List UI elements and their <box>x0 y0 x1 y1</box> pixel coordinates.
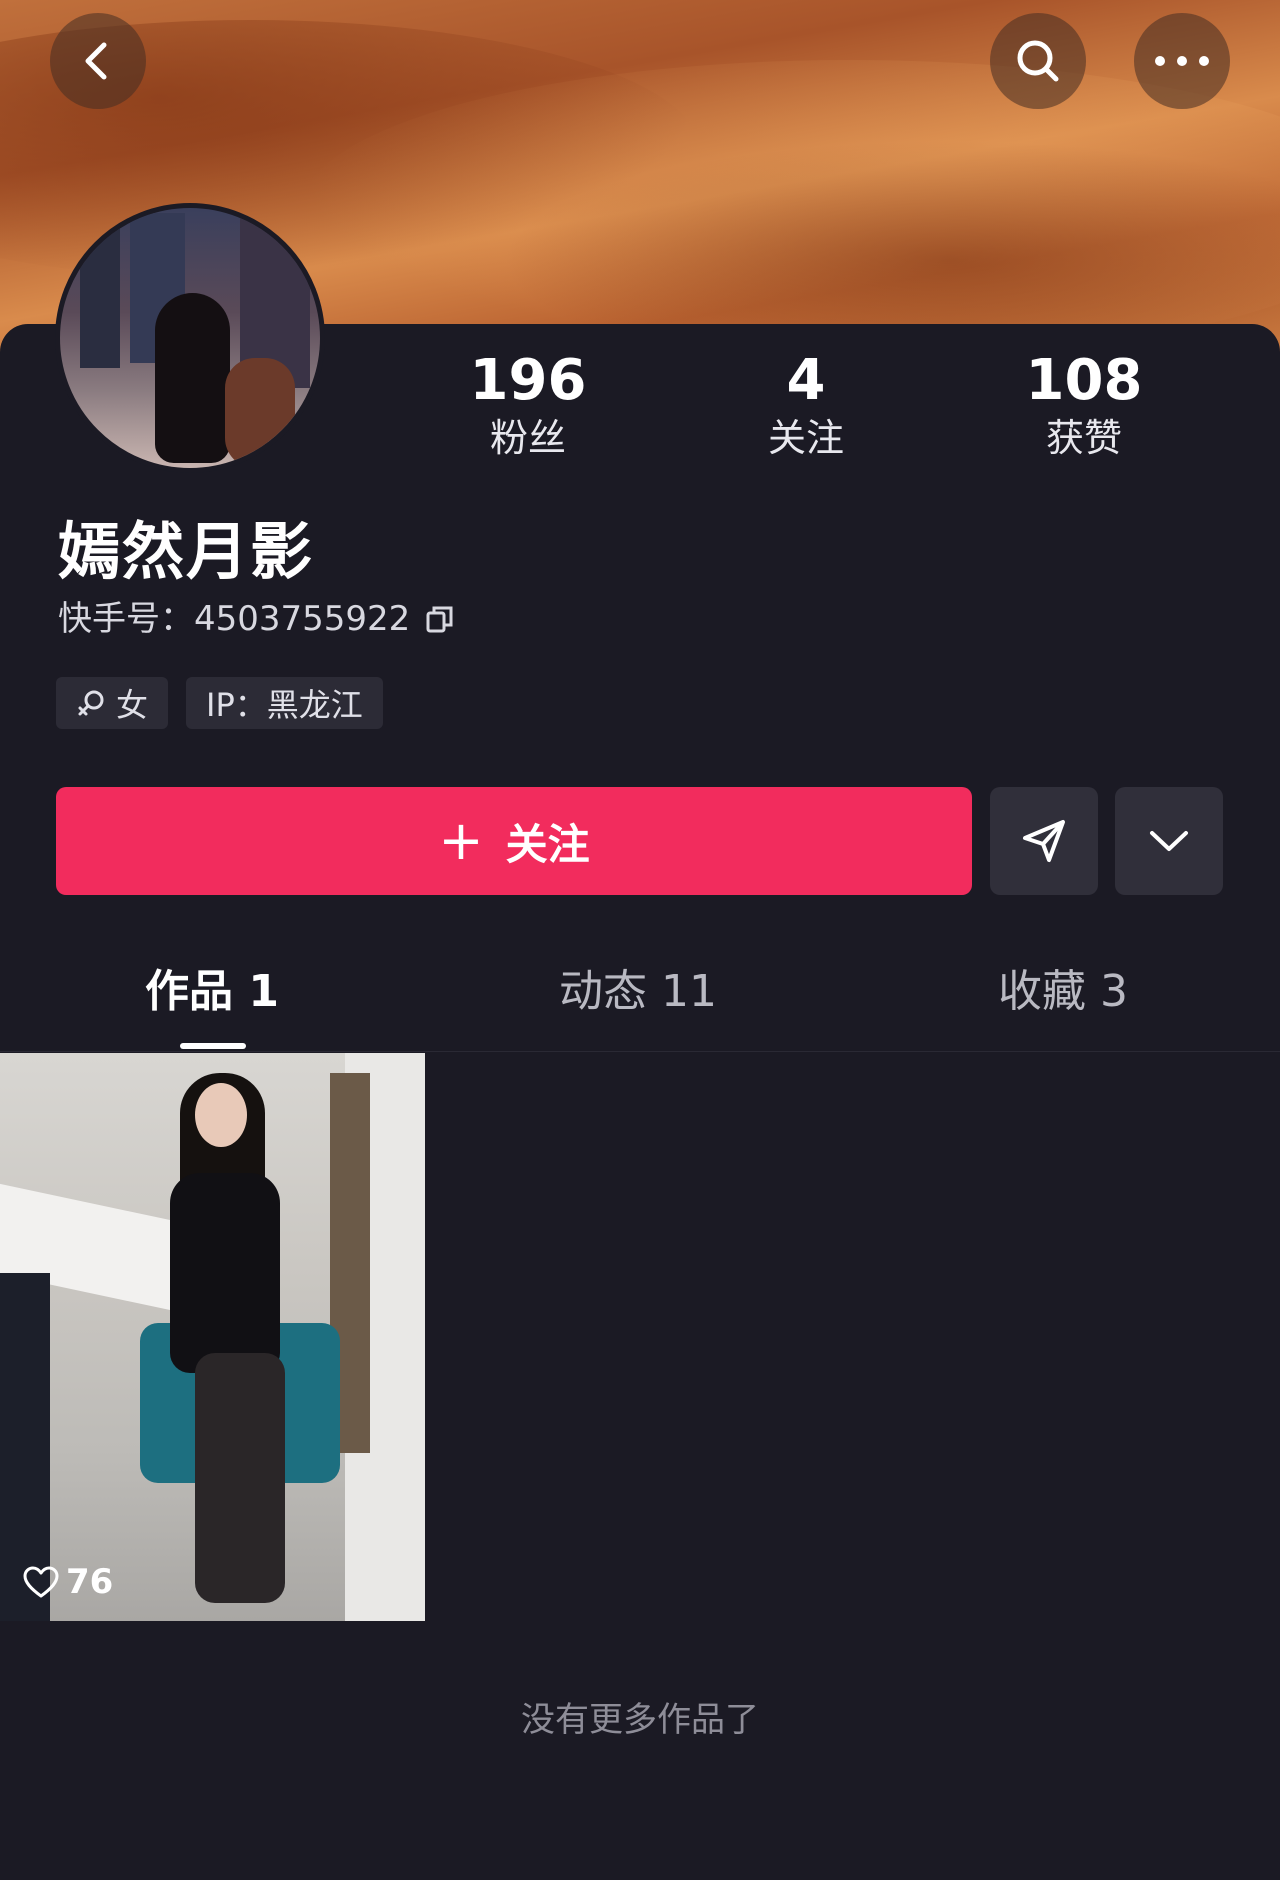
stat-fans[interactable]: 196 粉丝 <box>428 348 628 462</box>
thumb-figure <box>170 1173 280 1373</box>
search-icon <box>1017 40 1059 82</box>
ip-text: IP：黑龙江 <box>206 686 363 724</box>
tab-moments[interactable]: 动态 11 <box>488 964 788 1020</box>
copy-icon[interactable] <box>424 603 456 635</box>
gender-tag: 女 <box>56 677 169 729</box>
tab-active-indicator <box>180 1043 246 1049</box>
stat-label: 关注 <box>767 416 844 460</box>
work-likes: 76 <box>22 1562 113 1602</box>
message-button[interactable] <box>990 787 1098 895</box>
stat-following[interactable]: 4 关注 <box>706 348 906 462</box>
no-more-works-text: 没有更多作品了 <box>521 1700 759 1740</box>
follow-label: 关注 <box>505 819 590 869</box>
thumb-figure <box>195 1083 247 1147</box>
stat-value: 4 <box>786 348 826 413</box>
chevron-down-icon <box>1150 831 1188 851</box>
profile-tags: 女 IP：黑龙江 <box>56 677 383 729</box>
more-button[interactable] <box>1134 13 1230 109</box>
follow-button[interactable]: + 关注 <box>56 787 972 895</box>
content-tabs: 作品 1 动态 11 收藏 3 <box>0 950 1280 1052</box>
stat-label: 获赞 <box>1045 416 1122 460</box>
send-icon <box>1023 820 1065 862</box>
ip-tag: IP：黑龙江 <box>186 677 383 729</box>
profile-name: 嫣然月影 <box>58 515 315 588</box>
chevron-left-icon <box>85 42 107 80</box>
tab-works[interactable]: 作品 1 <box>62 964 362 1020</box>
likes-count: 76 <box>66 1562 114 1602</box>
female-icon <box>78 690 104 716</box>
gender-text: 女 <box>116 686 149 724</box>
work-thumbnail[interactable] <box>0 1053 425 1621</box>
more-dots-icon <box>1155 56 1209 66</box>
user-id-row: 快手号：4503755922 <box>58 596 456 642</box>
heart-icon <box>23 1566 59 1598</box>
plus-icon: + <box>438 809 484 872</box>
stats-row: 196 粉丝 4 关注 108 获赞 <box>0 348 1280 478</box>
avatar-building <box>80 228 120 368</box>
back-button[interactable] <box>50 13 146 109</box>
stat-likes[interactable]: 108 获赞 <box>984 348 1184 462</box>
user-id-text: 快手号：4503755922 <box>58 599 411 639</box>
stat-value: 108 <box>1025 348 1143 413</box>
stat-value: 196 <box>469 348 587 413</box>
stat-label: 粉丝 <box>489 416 566 460</box>
thumb-figure <box>195 1353 285 1603</box>
tab-favorites[interactable]: 收藏 3 <box>913 964 1213 1020</box>
expand-button[interactable] <box>1115 787 1223 895</box>
search-button[interactable] <box>990 13 1086 109</box>
